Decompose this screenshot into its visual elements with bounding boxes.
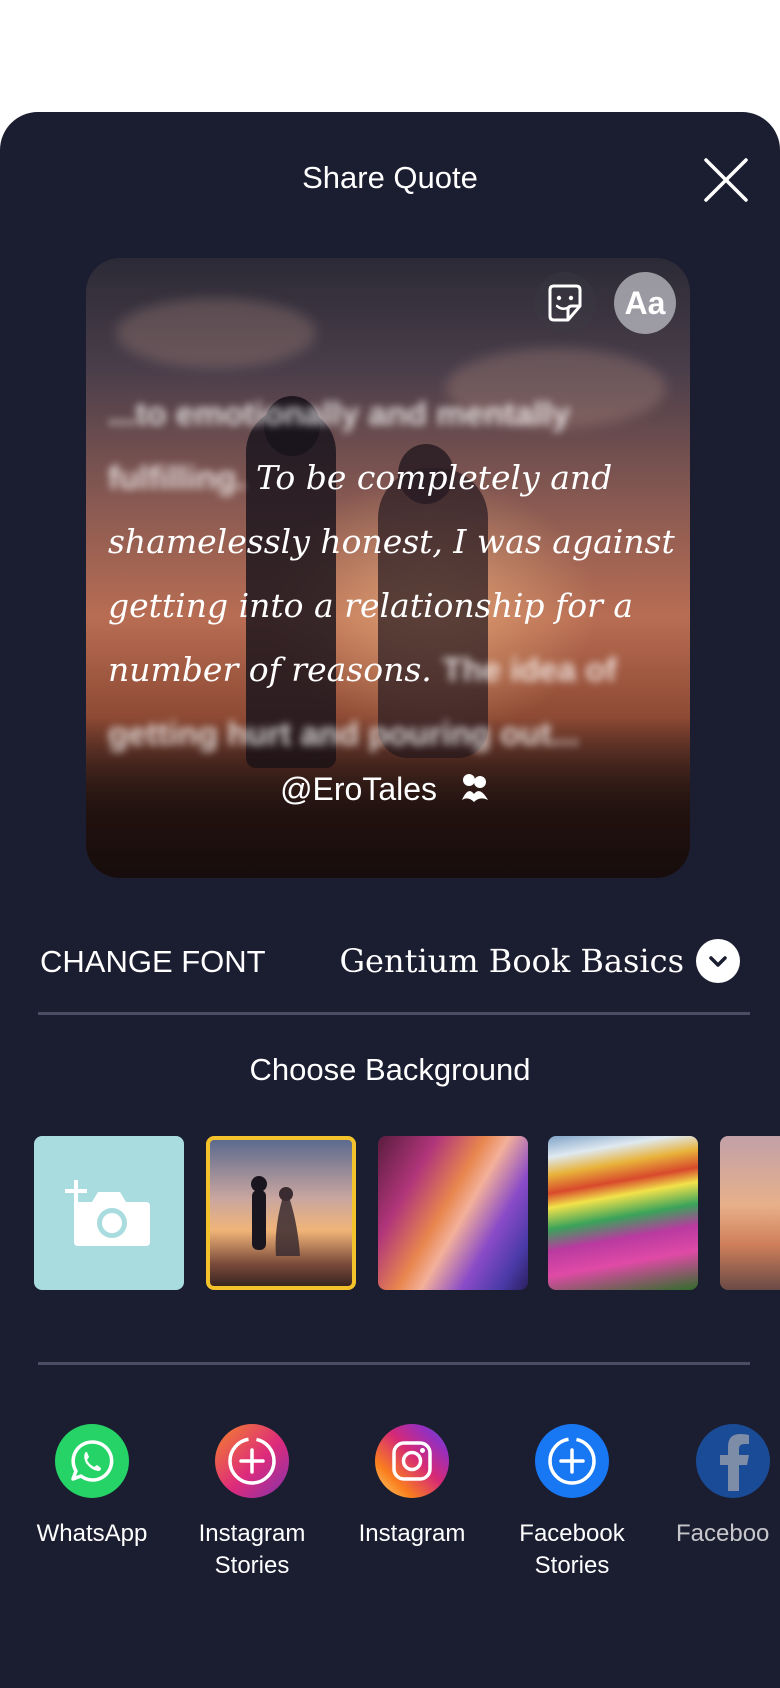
choose-background-title: Choose Background (249, 1052, 531, 1087)
share-label: Faceboo (676, 1520, 770, 1547)
share-label: Stories (214, 1552, 290, 1579)
font-style-button[interactable]: Aa (614, 272, 676, 334)
font-dropdown[interactable]: Gentium Book Basics (339, 934, 740, 988)
sticker-button[interactable] (534, 272, 596, 334)
background-thumb-canyon[interactable] (378, 1136, 528, 1290)
background-picker (34, 1136, 780, 1292)
change-font-row: CHANGE FONT Gentium Book Basics (40, 934, 750, 988)
share-label: Instagram (198, 1520, 306, 1547)
close-icon (704, 158, 748, 202)
background-thumb-couple[interactable] (206, 1136, 356, 1290)
share-instagram[interactable]: Instagram (332, 1424, 492, 1584)
upload-photo-button[interactable] (34, 1136, 184, 1290)
share-label: Instagram (358, 1520, 466, 1547)
handle-text: @EroTales (280, 771, 438, 807)
divider (38, 1362, 750, 1365)
instagram-icon (392, 1441, 432, 1481)
share-label: Stories (534, 1552, 610, 1579)
chevron-down-icon (696, 939, 740, 983)
add-photo-icon (65, 1180, 150, 1246)
quote-card: Aa ...to emotionally and mentally fulfil… (86, 258, 690, 878)
background-thumb-sunset-lake[interactable] (720, 1136, 780, 1290)
divider (38, 1012, 750, 1015)
change-font-label: CHANGE FONT (40, 944, 266, 979)
facebook-icon (720, 1434, 749, 1491)
share-sheet: Share Quote Aa ...to emotionally and men… (0, 112, 780, 1688)
share-facebook-stories[interactable]: Facebook Stories (492, 1424, 652, 1584)
add-story-icon (228, 1437, 276, 1485)
close-button[interactable] (700, 154, 752, 206)
whatsapp-icon (71, 1440, 114, 1482)
app-logo-icon (461, 774, 488, 802)
sticker-icon (548, 284, 582, 322)
sheet-title: Share Quote (302, 160, 478, 195)
background-thumb-flower-field[interactable] (548, 1136, 698, 1290)
share-whatsapp[interactable]: WhatsApp (12, 1424, 172, 1584)
share-instagram-stories[interactable]: Instagram Stories (172, 1424, 332, 1584)
font-dropdown-value: Gentium Book Basics (339, 942, 684, 980)
share-facebook[interactable]: Faceboo (652, 1424, 780, 1584)
quote-text: ...to emotionally and mentally fulfillin… (108, 382, 678, 766)
share-label: WhatsApp (36, 1520, 148, 1547)
share-label: Facebook (519, 1520, 625, 1547)
add-story-icon (548, 1437, 596, 1485)
font-style-icon: Aa (624, 284, 666, 321)
author-handle: @EroTales (86, 770, 690, 808)
